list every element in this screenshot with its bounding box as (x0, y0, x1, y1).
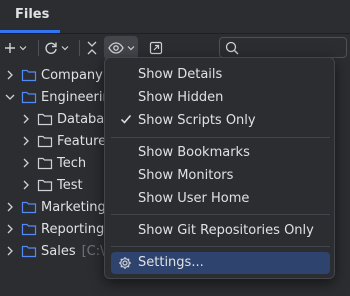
menu-separator (111, 246, 330, 247)
folder-icon (37, 112, 53, 126)
open-in-new-icon (149, 41, 163, 55)
tree-item-sales[interactable]: Sales [C:\v (4, 240, 112, 262)
tab-files[interactable]: Files (0, 0, 60, 33)
toolbar-separator (79, 40, 80, 56)
menu-item-label: Show Git Repositories Only (138, 223, 314, 238)
menu-item-label: Show Monitors (138, 168, 234, 183)
chevron-down-icon[interactable] (4, 86, 16, 108)
chevron-right-icon[interactable] (4, 218, 16, 240)
menu-separator (111, 137, 330, 138)
menu-item-label: Show Hidden (138, 90, 224, 105)
chevron-right-icon[interactable] (4, 196, 16, 218)
chevron-right-icon[interactable] (4, 64, 16, 86)
folder-icon (21, 244, 37, 258)
collapse-all-icon (87, 41, 97, 55)
tree-item-engineering[interactable]: Engineerin (4, 86, 111, 108)
tree-item-label: Sales (41, 243, 76, 259)
menu-item-show-monitors[interactable]: Show Monitors (111, 165, 330, 187)
menu-item-label: Show Details (138, 67, 223, 82)
folder-icon (21, 200, 37, 214)
tree-item-tech[interactable]: Tech (20, 152, 86, 174)
chevron-right-icon[interactable] (20, 152, 32, 174)
active-tab-underline (0, 30, 60, 33)
tab-files-label: Files (15, 7, 50, 22)
eye-icon (108, 42, 124, 54)
menu-item-show-hidden[interactable]: Show Hidden (111, 87, 330, 109)
view-options-menu: Show Details Show Hidden Show Scripts On… (104, 57, 335, 279)
menu-item-show-git-repositories-only[interactable]: Show Git Repositories Only (111, 220, 330, 242)
tree-item-label: Tech (57, 155, 87, 171)
folder-icon (21, 222, 37, 236)
menu-item-show-user-home[interactable]: Show User Home (111, 188, 330, 210)
tree-item-test[interactable]: Test (20, 174, 83, 196)
refresh-button[interactable] (44, 36, 69, 60)
menu-item-settings[interactable]: Settings... (111, 252, 330, 274)
tree-item-reporting[interactable]: Reporting (4, 218, 104, 240)
tree-item-label: Test (57, 177, 83, 193)
folder-icon (21, 68, 37, 82)
plus-icon (5, 43, 15, 53)
chevron-down-icon (61, 46, 69, 51)
add-button[interactable] (4, 36, 27, 60)
tree-item-database[interactable]: Databas (20, 108, 111, 130)
tree-item-label: Engineerin (41, 89, 111, 105)
tree-item-label: Reporting (41, 221, 105, 237)
chevron-right-icon[interactable] (20, 174, 32, 196)
tree-item-label: Company (41, 67, 103, 83)
tree-item-label: Feature (57, 133, 107, 149)
chevron-down-icon (127, 46, 135, 51)
refresh-icon (45, 42, 57, 54)
folder-icon (21, 90, 37, 104)
tree-item-company[interactable]: Company [ (4, 64, 114, 86)
chevron-down-icon (19, 46, 27, 51)
search-field[interactable] (219, 37, 347, 58)
menu-separator (111, 214, 330, 215)
tool-window-header: Files (0, 0, 350, 34)
collapse-all-button[interactable] (86, 36, 98, 60)
folder-icon (37, 156, 53, 170)
menu-item-label: Show Bookmarks (138, 145, 250, 160)
chevron-right-icon[interactable] (20, 108, 32, 130)
menu-item-label: Settings... (138, 255, 204, 270)
folder-icon (37, 134, 53, 148)
menu-item-show-details[interactable]: Show Details (111, 64, 330, 86)
chevron-right-icon[interactable] (20, 130, 32, 152)
tree-item-label: Marketing (41, 199, 106, 215)
menu-item-label: Show Scripts Only (138, 113, 256, 128)
toolbar-separator (38, 40, 39, 56)
folder-icon (37, 178, 53, 192)
menu-item-show-scripts-only[interactable]: Show Scripts Only (111, 110, 330, 132)
chevron-right-icon[interactable] (4, 240, 16, 262)
gear-icon (118, 256, 132, 274)
search-icon (225, 41, 239, 55)
checkmark-icon (120, 113, 132, 129)
menu-item-show-bookmarks[interactable]: Show Bookmarks (111, 142, 330, 164)
tree-item-feature[interactable]: Feature (20, 130, 106, 152)
tree-item-marketing[interactable]: Marketing (4, 196, 106, 218)
tree-item-label: Databas (57, 111, 112, 127)
menu-item-label: Show User Home (138, 191, 250, 206)
